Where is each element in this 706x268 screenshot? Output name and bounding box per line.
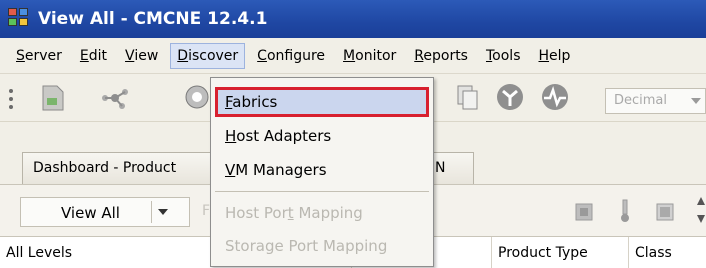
network-globe-icon[interactable] [495,82,525,112]
chevron-down-icon [158,209,168,215]
app-grid-icon [8,8,32,30]
menu-separator [215,191,429,192]
discover-menu-dropdown: Fabrics Host Adapters VM Managers Host P… [210,77,434,267]
grid-icon[interactable] [575,203,593,221]
faded-filter-label: F [202,203,211,219]
topology-icon[interactable] [100,84,130,112]
column-header-class[interactable]: Class [629,237,706,268]
box-icon[interactable] [656,203,674,221]
menu-configure[interactable]: Configure [251,44,331,68]
menu-bar: Server Edit View Discover Configure Moni… [0,38,706,74]
number-format-select[interactable]: Decimal [605,88,706,114]
tab-san[interactable]: N [432,152,474,184]
performance-monitor-icon[interactable] [540,82,570,112]
tab-dashboard-product[interactable]: Dashboard - Product [22,152,212,184]
thermometer-icon[interactable] [618,199,632,223]
discover-gear-icon[interactable] [182,82,212,112]
menu-item-host-port-mapping[interactable]: Host Port Mapping [215,198,429,228]
view-all-dropdown[interactable]: View All [20,197,190,227]
menu-help[interactable]: Help [533,44,577,68]
menu-item-vm-managers[interactable]: VM Managers [215,155,429,185]
menu-server[interactable]: Server [10,44,68,68]
title-bar: View All - CMCNE 12.4.1 [0,0,706,38]
menu-item-host-adapters[interactable]: Host Adapters [215,121,429,151]
column-header-product-type[interactable]: Product Type [492,237,629,268]
document-icon[interactable] [40,84,66,112]
menu-item-fabrics[interactable]: Fabrics [215,87,429,117]
menu-view[interactable]: View [119,44,164,68]
menu-tools[interactable]: Tools [480,44,527,68]
menu-item-storage-port-mapping[interactable]: Storage Port Mapping [215,231,429,261]
menu-edit[interactable]: Edit [74,44,113,68]
scroll-arrows-icon[interactable] [696,195,706,227]
window-title: View All - CMCNE 12.4.1 [38,9,268,29]
grip-icon [9,89,13,109]
copy-icon[interactable] [455,84,481,112]
menu-reports[interactable]: Reports [408,44,474,68]
menu-discover[interactable]: Discover [170,42,246,69]
chevron-down-icon [691,98,701,104]
menu-monitor[interactable]: Monitor [337,44,402,68]
